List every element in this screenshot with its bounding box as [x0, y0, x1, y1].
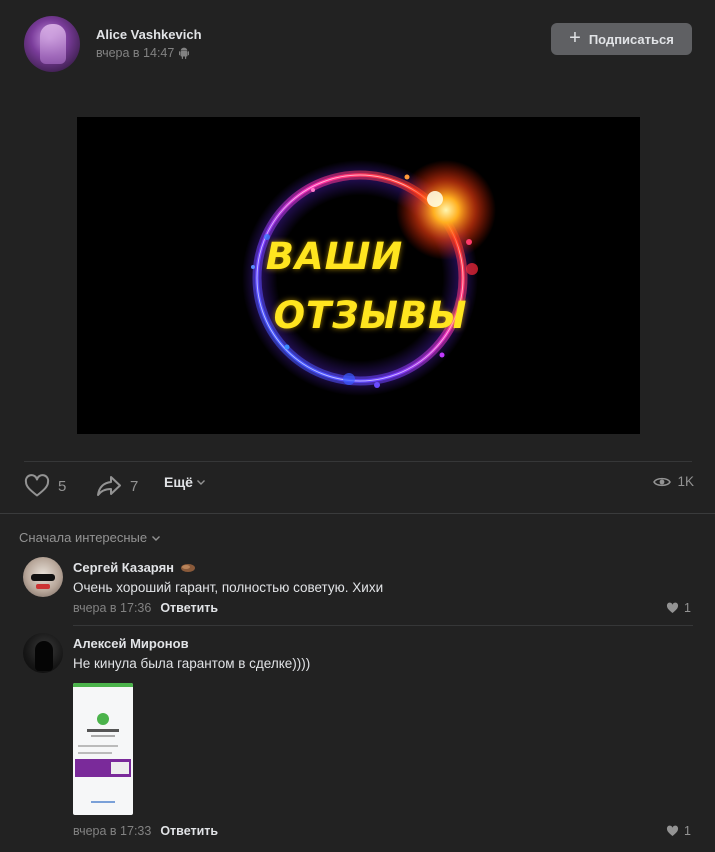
comment-meta: вчера в 17:36 Ответить: [73, 601, 218, 615]
sort-label: Сначала интересные: [19, 530, 148, 545]
post-time-text: вчера в 14:47: [96, 46, 175, 60]
comment-author-name: Сергей Казарян: [73, 560, 175, 575]
share-button[interactable]: 7: [96, 474, 138, 498]
heart-icon: [24, 474, 50, 497]
post-actions: 5 7 Ещё 1K: [24, 474, 694, 502]
comment-avatar[interactable]: [23, 557, 63, 597]
post-card: Alice Vashkevich вчера в 14:47 + Подписа…: [0, 0, 715, 514]
comment-like-button[interactable]: 1: [666, 824, 691, 838]
author-avatar[interactable]: [24, 16, 80, 72]
image-caption-line2: ОТЗЫВЫ: [273, 294, 468, 337]
comment-attachment-screenshot[interactable]: [73, 683, 133, 815]
comment-avatar[interactable]: [23, 633, 63, 673]
subscribe-button[interactable]: + Подписаться: [551, 23, 692, 55]
author-name[interactable]: Alice Vashkevich: [96, 27, 202, 42]
comment-text: Очень хороший гарант, полностью советую.…: [73, 580, 384, 595]
comment-like-count: 1: [684, 601, 691, 615]
emoji-icon: [181, 563, 196, 572]
more-button[interactable]: Ещё: [164, 474, 206, 490]
post-image[interactable]: ВАШИ ОТЗЫВЫ: [77, 117, 640, 434]
comment-like-button[interactable]: 1: [666, 601, 691, 615]
plus-icon: +: [569, 27, 581, 49]
subscribe-label: Подписаться: [588, 31, 674, 47]
like-count: 5: [58, 477, 67, 495]
chevron-down-icon: [152, 535, 161, 541]
post-bottom-divider: [0, 513, 715, 514]
comment-divider: [73, 625, 693, 626]
actions-divider: [24, 461, 692, 462]
eye-icon: [653, 477, 672, 486]
comment-like-count: 1: [684, 824, 691, 838]
image-caption-line1: ВАШИ: [265, 235, 404, 278]
views-count: 1K: [677, 474, 694, 489]
comment-meta: вчера в 17:33 Ответить: [73, 824, 218, 838]
comment-time[interactable]: вчера в 17:36: [73, 601, 151, 615]
share-count: 7: [130, 477, 139, 495]
like-button[interactable]: 5: [24, 474, 66, 498]
comment-author[interactable]: Сергей Казарян: [73, 560, 196, 575]
share-icon: [97, 476, 121, 496]
comments-sort-dropdown[interactable]: Сначала интересные: [19, 530, 161, 545]
views-counter: 1K: [653, 474, 694, 489]
reply-button[interactable]: Ответить: [160, 601, 218, 615]
android-icon: [179, 47, 190, 59]
comment-author[interactable]: Алексей Миронов: [73, 636, 189, 651]
chevron-down-icon: [196, 480, 205, 485]
reply-button[interactable]: Ответить: [160, 824, 218, 838]
heart-icon: [666, 602, 679, 613]
heart-icon: [666, 825, 679, 836]
comment-text: Не кинула была гарантом в сделке)))): [73, 656, 311, 671]
comment-time[interactable]: вчера в 17:33: [73, 824, 151, 838]
more-label: Ещё: [164, 474, 193, 490]
post-time[interactable]: вчера в 14:47: [96, 46, 190, 60]
comment-author-name: Алексей Миронов: [73, 636, 189, 651]
